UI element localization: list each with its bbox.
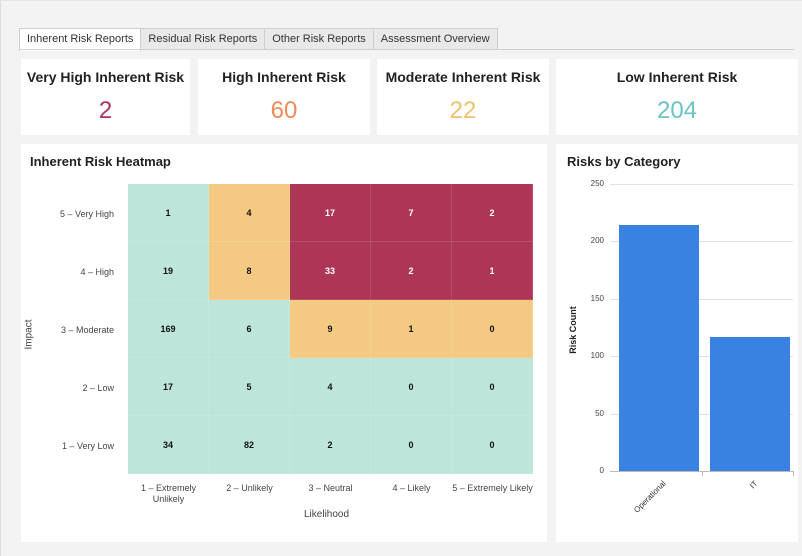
impact-axis-title: Impact <box>23 319 35 350</box>
x-tick <box>793 471 794 476</box>
y-tick-label: 50 <box>595 408 604 418</box>
tab-other-risk-reports[interactable]: Other Risk Reports <box>264 28 374 50</box>
kpi-value: 60 <box>270 97 298 124</box>
heatmap-cell[interactable]: 1 <box>128 184 209 242</box>
heatmap-cell[interactable]: 0 <box>452 358 533 416</box>
y-tick-label: 100 <box>590 351 604 361</box>
impact-label-3: 3 – Moderate <box>60 325 114 335</box>
heatmap-cell[interactable]: 0 <box>371 416 452 474</box>
likelihood-label-5: 5 – Extremely Likely <box>452 483 533 493</box>
heatmap-cell[interactable]: 7 <box>371 184 452 242</box>
heatmap-cell[interactable]: 82 <box>209 416 290 474</box>
category-chart-title: Risks by Category <box>567 154 681 169</box>
heatmap-cell[interactable]: 169 <box>128 300 209 358</box>
bar-it[interactable] <box>710 336 791 471</box>
kpi-title: Moderate Inherent Risk <box>385 69 541 85</box>
heatmap-cell[interactable]: 0 <box>452 416 533 474</box>
kpi-card-high[interactable]: High Inherent Risk 60 <box>198 59 370 135</box>
heatmap-cell[interactable]: 8 <box>209 242 290 300</box>
dashboard-frame: Inherent Risk Reports Residual Risk Repo… <box>0 0 802 556</box>
heatmap-grid: 1 4 17 7 2 19 8 33 2 1 169 6 9 1 0 17 5 4 0 0 34 82 2 0 0 <box>128 184 533 474</box>
heatmap-cell[interactable]: 19 <box>128 242 209 300</box>
kpi-card-low[interactable]: Low Inherent Risk 204 <box>556 59 798 135</box>
kpi-value: 204 <box>656 97 698 124</box>
impact-label-5: 5 – Very High <box>59 209 114 219</box>
heatmap-cell[interactable]: 34 <box>128 416 209 474</box>
y-tick-label: 200 <box>590 236 604 246</box>
kpi-title: High Inherent Risk <box>222 69 346 85</box>
chart-gridline <box>610 184 793 185</box>
heatmap-cell[interactable]: 17 <box>128 358 209 416</box>
heatmap-cell[interactable]: 0 <box>452 300 533 358</box>
impact-label-1: 1 – Very Low <box>61 441 114 451</box>
heatmap-cell[interactable]: 2 <box>452 184 533 242</box>
likelihood-label-4: 4 – Likely <box>392 483 431 493</box>
heatmap-cell[interactable]: 9 <box>290 300 371 358</box>
impact-label-2: 2 – Low <box>82 383 114 393</box>
likelihood-axis-title: Likelihood <box>304 509 350 520</box>
y-tick-label: 0 <box>599 466 604 475</box>
impact-label-4: 4 – High <box>80 267 114 277</box>
tab-inherent-risk-reports[interactable]: Inherent Risk Reports <box>19 28 142 51</box>
heatmap-cell[interactable]: 4 <box>209 184 290 242</box>
heatmap-title: Inherent Risk Heatmap <box>30 154 171 169</box>
x-tick <box>701 471 703 476</box>
heatmap-cell[interactable]: 4 <box>290 358 371 416</box>
report-tabs: Inherent Risk Reports Residual Risk Repo… <box>19 28 498 51</box>
kpi-card-moderate[interactable]: Moderate Inherent Risk 22 <box>377 59 549 135</box>
y-tick-label: 250 <box>590 179 604 188</box>
likelihood-label-3: 3 – Neutral <box>308 483 353 493</box>
heatmap-cell[interactable]: 33 <box>290 242 371 300</box>
likelihood-label-2: 2 – Unlikely <box>226 483 273 493</box>
heatmap-cell[interactable]: 1 <box>452 242 533 300</box>
kpi-title: Very High Inherent Risk <box>26 69 185 85</box>
heatmap-cell[interactable]: 1 <box>371 300 452 358</box>
kpi-value: 22 <box>449 97 477 124</box>
likelihood-label-1: 1 – Extremely Unlikely <box>140 483 197 504</box>
tab-residual-risk-reports[interactable]: Residual Risk Reports <box>140 28 266 50</box>
heatmap-cell[interactable]: 5 <box>209 358 290 416</box>
kpi-title: Low Inherent Risk <box>616 69 738 85</box>
kpi-value: 2 <box>98 97 113 124</box>
heatmap-cell[interactable]: 17 <box>290 184 371 242</box>
heatmap-cell[interactable]: 2 <box>371 242 452 300</box>
risk-count-axis-title: Risk Count <box>567 306 578 354</box>
tab-assessment-overview[interactable]: Assessment Overview <box>372 28 498 50</box>
heatmap-cell[interactable]: 0 <box>371 358 452 416</box>
y-tick-label: 150 <box>590 293 604 303</box>
tab-divider <box>19 49 794 50</box>
kpi-card-very-high[interactable]: Very High Inherent Risk 2 <box>21 59 190 135</box>
heatmap-cell[interactable]: 6 <box>209 300 290 358</box>
heatmap-cell[interactable]: 2 <box>290 416 371 474</box>
bar-operational[interactable] <box>618 225 699 471</box>
